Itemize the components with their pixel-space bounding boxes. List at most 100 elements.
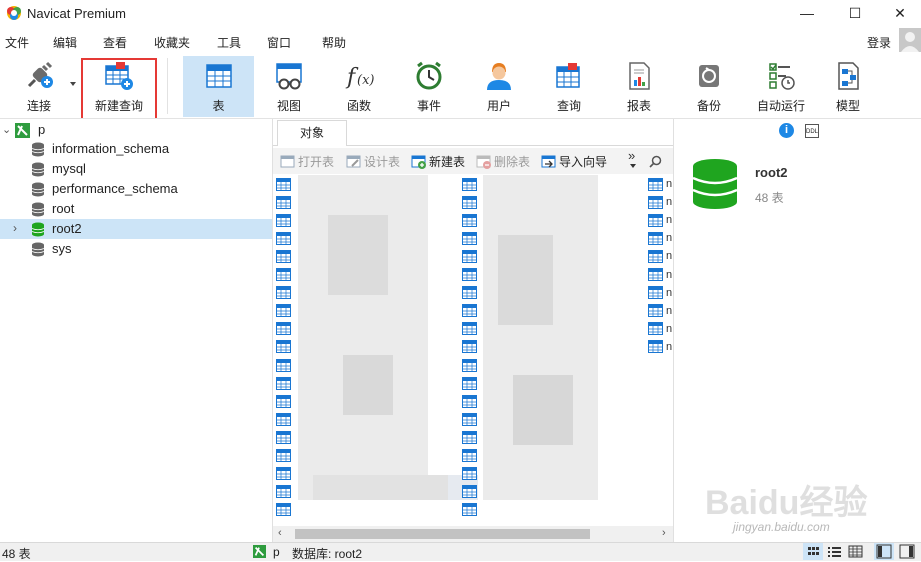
function-button[interactable]: f (x) 函数 [329,56,389,116]
backup-button[interactable]: 备份 [679,56,739,116]
table-item[interactable]: n [648,212,672,228]
table-item[interactable] [276,339,291,355]
table-item[interactable] [462,194,477,210]
table-item[interactable]: n [648,248,672,264]
table-item[interactable] [462,393,477,409]
tab-objects[interactable]: 对象 [277,120,347,146]
menu-edit[interactable]: 编辑 [53,34,77,51]
user-button[interactable]: 用户 [469,56,529,116]
more-tools-dropdown-icon[interactable] [630,164,636,168]
menu-window[interactable]: 窗口 [267,34,291,51]
menu-favorites[interactable]: 收藏夹 [154,34,190,51]
connect-button[interactable]: 连接 [10,56,68,116]
minimize-button[interactable]: — [784,0,830,26]
table-item[interactable] [276,411,291,427]
collapse-chevron-icon[interactable]: ⌄ [2,123,11,136]
table-item[interactable] [276,248,291,264]
table-item[interactable] [276,448,291,464]
table-item[interactable] [276,267,291,283]
table-item[interactable] [462,429,477,445]
more-tools-chevron[interactable]: » [628,148,635,163]
scroll-right-arrow-icon[interactable]: › [662,527,666,539]
table-item[interactable] [276,393,291,409]
avatar[interactable] [899,28,921,52]
table-item[interactable] [462,484,477,500]
table-item[interactable]: n [648,303,672,319]
table-item[interactable] [276,429,291,445]
list-view-icon[interactable] [824,543,844,560]
menu-view[interactable]: 查看 [103,34,127,51]
new-table-button[interactable]: 新建表 [411,152,465,170]
table-item[interactable] [462,357,477,373]
table-item[interactable]: n [648,339,672,355]
info-icon[interactable]: i [779,123,794,138]
table-item[interactable] [462,285,477,301]
grid-view-icon[interactable] [803,543,823,560]
query-button[interactable]: 查询 [539,56,599,116]
close-button[interactable]: ✕ [877,0,921,26]
table-item[interactable] [276,230,291,246]
table-item[interactable] [462,448,477,464]
table-item[interactable]: n [648,285,672,301]
import-wizard-button[interactable]: 导入向导 [541,152,607,170]
detail-view-icon[interactable] [845,543,865,560]
table-item[interactable] [462,411,477,427]
table-item[interactable] [276,303,291,319]
table-item[interactable] [462,339,477,355]
table-item[interactable] [462,502,477,518]
view-button[interactable]: 视图 [259,56,319,116]
table-item[interactable] [276,321,291,337]
search-icon[interactable] [649,155,662,168]
database-row[interactable]: mysql [0,159,272,179]
database-row[interactable]: root [0,199,272,219]
scrollbar-thumb[interactable] [295,529,590,539]
table-item[interactable] [276,357,291,373]
table-item[interactable]: n [648,321,672,337]
delete-table-button[interactable]: 删除表 [476,152,530,170]
show-nav-pane-icon[interactable] [874,543,894,560]
database-row[interactable]: information_schema [0,139,272,159]
show-info-pane-icon[interactable] [897,543,917,560]
table-item[interactable] [276,375,291,391]
report-button[interactable]: 报表 [609,56,669,116]
table-item[interactable] [276,212,291,228]
menu-help[interactable]: 帮助 [322,34,346,51]
maximize-button[interactable]: ☐ [832,0,878,26]
table-item[interactable] [462,212,477,228]
connect-dropdown-arrow[interactable] [70,82,76,86]
table-item[interactable] [462,466,477,482]
schedule-button[interactable]: 自动运行 [748,56,814,116]
table-item[interactable]: n [648,267,672,283]
menu-file[interactable]: 文件 [5,34,29,51]
open-table-button[interactable]: 打开表 [280,152,334,170]
design-table-button[interactable]: 设计表 [346,152,400,170]
table-item[interactable] [462,375,477,391]
menu-tools[interactable]: 工具 [217,34,241,51]
table-button[interactable]: 表 [183,56,254,116]
login-link[interactable]: 登录 [867,34,891,51]
database-row-selected[interactable]: › root2 [0,219,272,239]
table-item[interactable] [462,230,477,246]
table-item[interactable]: n [648,176,672,192]
table-item[interactable] [462,303,477,319]
table-item[interactable] [462,248,477,264]
table-item[interactable]: n [648,194,672,210]
model-button[interactable]: 模型 [818,56,878,116]
table-item[interactable] [462,267,477,283]
table-item[interactable] [276,285,291,301]
pane-divider[interactable] [673,119,674,542]
table-item[interactable]: n [648,230,672,246]
database-row[interactable]: sys [0,239,272,259]
table-item[interactable] [276,502,291,518]
table-item[interactable] [276,484,291,500]
expand-chevron-icon[interactable]: › [13,221,17,235]
database-row[interactable]: performance_schema [0,179,272,199]
table-item[interactable] [276,194,291,210]
table-item[interactable] [276,176,291,192]
scroll-left-arrow-icon[interactable]: ‹ [278,527,282,539]
table-item[interactable] [276,466,291,482]
ddl-icon[interactable]: DDL [805,124,819,138]
table-item[interactable] [462,321,477,337]
table-item[interactable] [462,176,477,192]
event-button[interactable]: 事件 [399,56,459,116]
